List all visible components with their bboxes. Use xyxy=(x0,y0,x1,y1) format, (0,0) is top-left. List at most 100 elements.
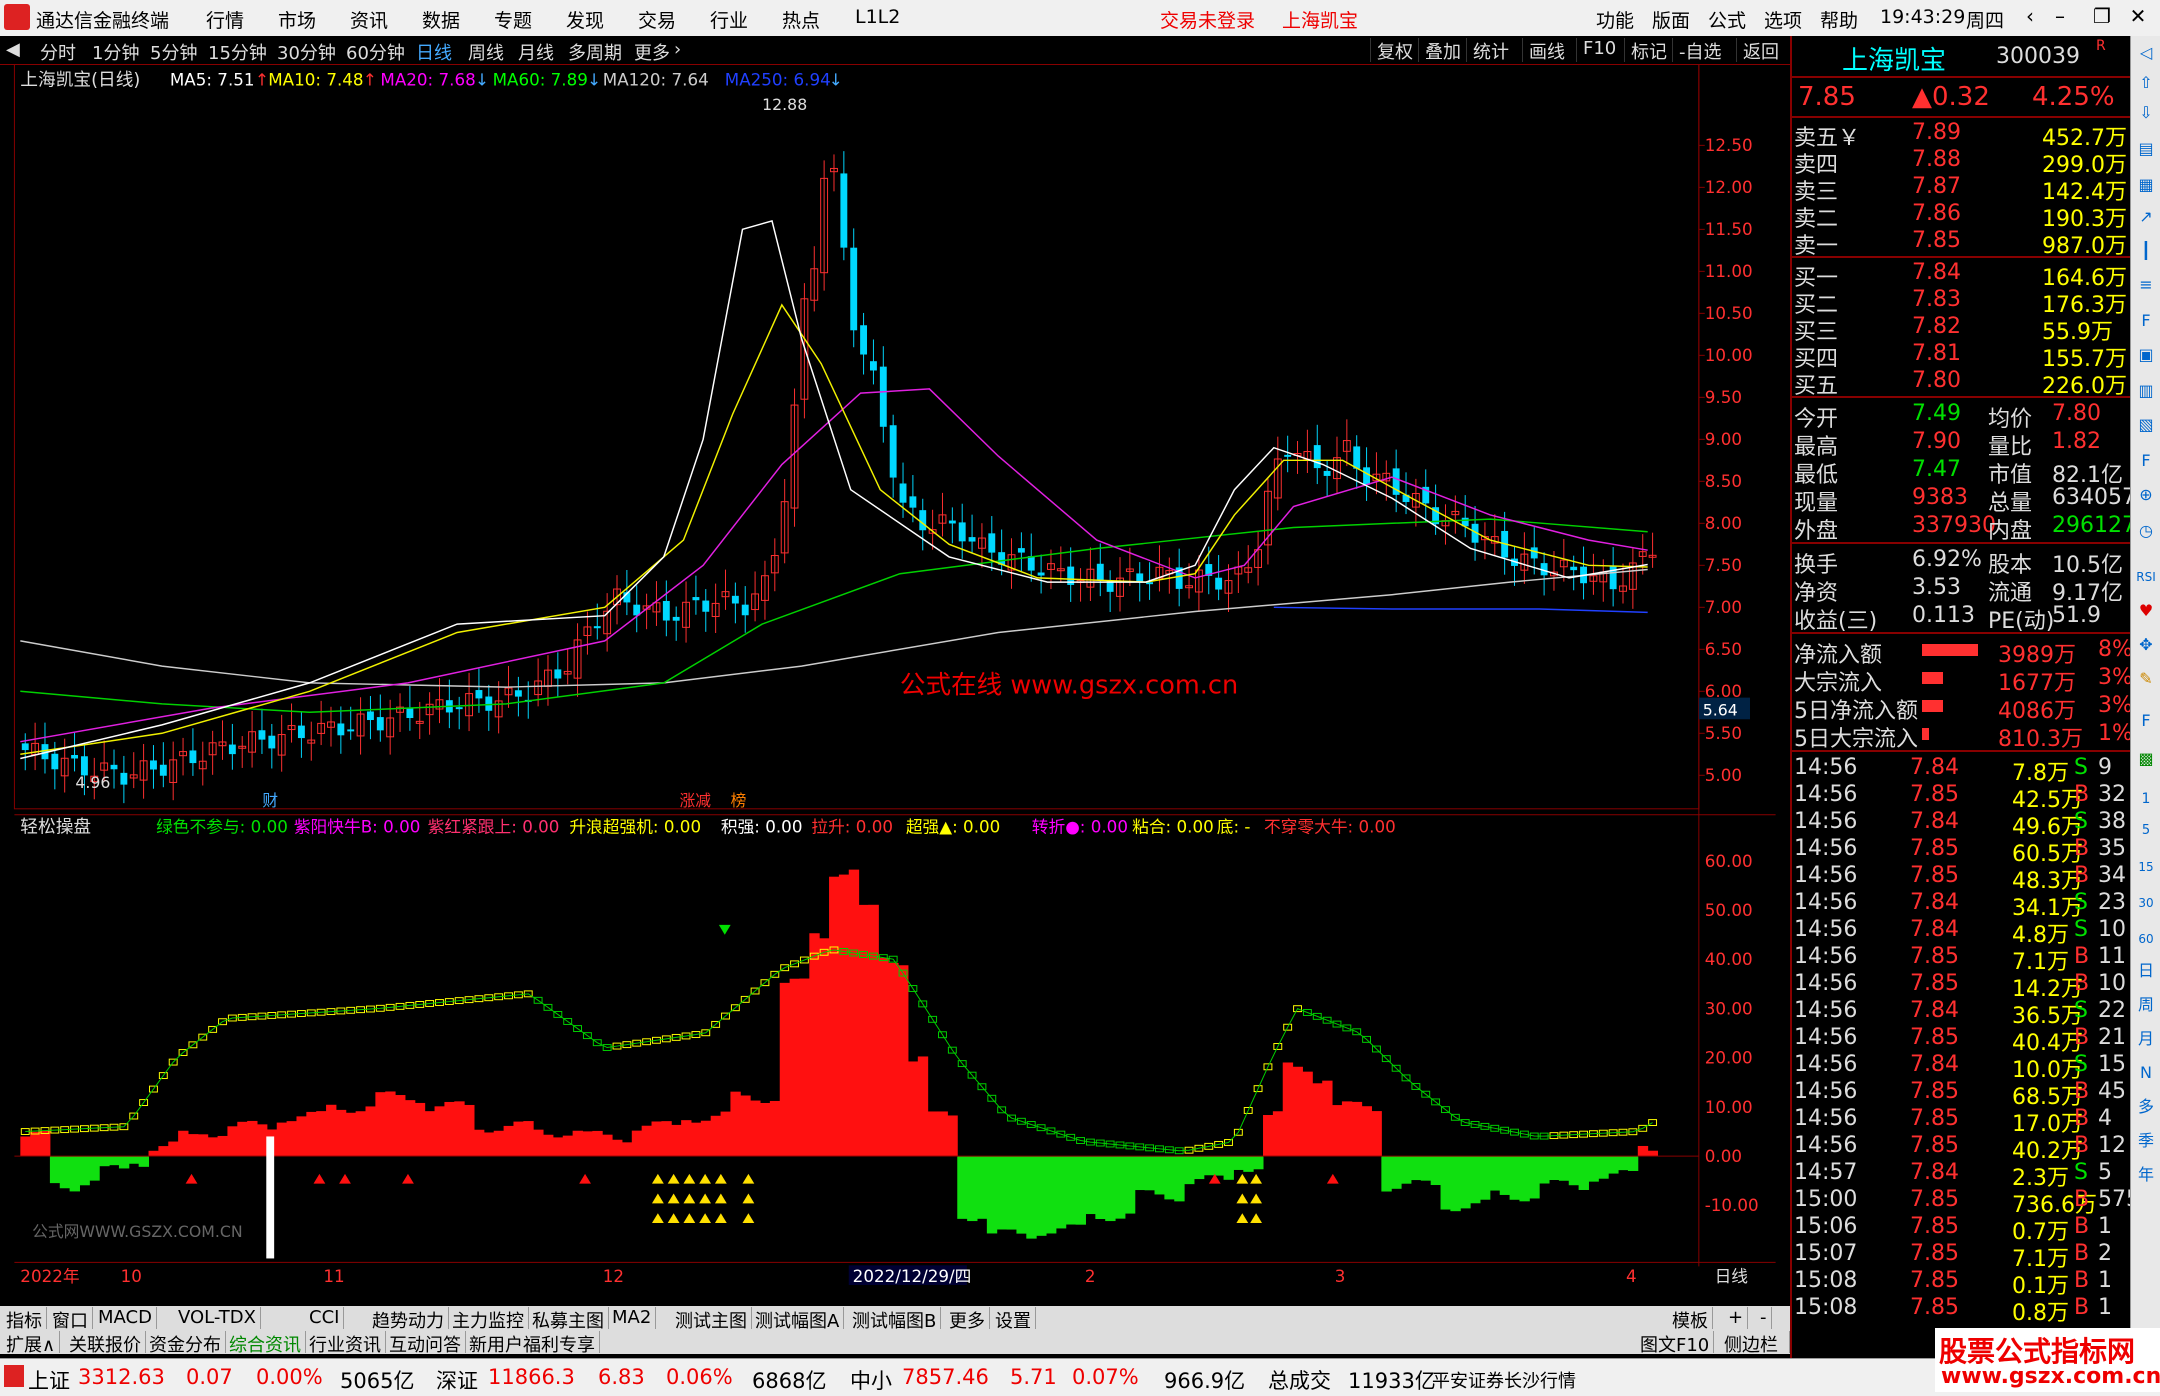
pen-icon[interactable]: ✎ xyxy=(2135,668,2157,690)
list-icon[interactable]: ≡ xyxy=(2135,274,2157,296)
period-tab[interactable]: 月线 xyxy=(518,39,554,65)
heart-icon[interactable]: ♥ xyxy=(2135,600,2157,622)
close-icon[interactable]: ✕ xyxy=(2124,4,2152,30)
menu-item[interactable]: 帮助 xyxy=(1820,6,1858,33)
menu-item[interactable]: 发现 xyxy=(566,6,604,33)
period-switch[interactable]: 季 xyxy=(2135,1130,2157,1152)
menu-item[interactable]: 交易 xyxy=(638,6,676,33)
indicator-tab[interactable]: CCI xyxy=(305,1307,345,1329)
info-tab[interactable]: 资金分布 xyxy=(145,1331,226,1356)
template-button[interactable]: - xyxy=(1756,1307,1772,1329)
period-switch[interactable]: 年 xyxy=(2135,1164,2157,1186)
menu-item[interactable]: 版面 xyxy=(1652,6,1690,33)
num-60[interactable]: 60 xyxy=(2135,928,2157,950)
num-1[interactable]: 1 xyxy=(2135,788,2157,810)
indicator-tab[interactable]: 测试幅图A xyxy=(751,1307,845,1332)
finance-marker[interactable]: 财 xyxy=(262,791,278,810)
indicator-tab[interactable]: 设置 xyxy=(991,1307,1036,1332)
info-tab[interactable]: 关联报价 xyxy=(65,1331,146,1356)
indicator-tab[interactable]: 主力监控 xyxy=(448,1307,529,1332)
f10-icon[interactable]: F xyxy=(2135,310,2157,332)
indicator-name[interactable]: 轻松操盘 xyxy=(20,816,91,837)
period-switch[interactable]: 日 xyxy=(2135,960,2157,982)
app-icon[interactable]: ▩ xyxy=(2135,748,2157,770)
menu-item[interactable]: L1L2 xyxy=(855,6,900,28)
tool-button[interactable]: 标记 xyxy=(1624,38,1673,63)
indicator-tab[interactable]: 指标 xyxy=(2,1307,47,1332)
tool-button[interactable]: 叠加 xyxy=(1418,38,1467,63)
num-15[interactable]: 15 xyxy=(2135,856,2157,878)
rise-marker[interactable]: 涨 xyxy=(680,791,696,810)
f2-icon[interactable]: F xyxy=(2135,450,2157,472)
list-marker[interactable]: 榜 xyxy=(731,791,747,810)
side-tab[interactable]: 图文F10 xyxy=(1636,1331,1715,1356)
menu-item[interactable]: 选项 xyxy=(1764,6,1802,33)
menu-item[interactable]: 热点 xyxy=(782,6,820,33)
menu-item[interactable]: 行业 xyxy=(710,6,748,33)
trend-icon[interactable]: ↗ xyxy=(2135,206,2157,228)
minimize-icon[interactable]: – xyxy=(2046,4,2074,30)
period-tab[interactable]: 15分钟 xyxy=(208,39,267,65)
sz-label[interactable]: 深证 xyxy=(436,1365,478,1395)
indicator-tab[interactable]: 趋势动力 xyxy=(368,1307,449,1332)
tool-button[interactable]: -自选 xyxy=(1672,38,1728,63)
rsi-icon[interactable]: RSI xyxy=(2135,566,2157,588)
template-button[interactable]: + xyxy=(1724,1307,1749,1329)
period-tab[interactable]: 30分钟 xyxy=(277,39,336,65)
fs-icon[interactable]: F xyxy=(2135,710,2157,732)
indicator-tab[interactable]: VOL-TDX xyxy=(174,1307,261,1329)
sh-label[interactable]: 上证 xyxy=(28,1365,70,1395)
tool-button[interactable]: 画线 xyxy=(1522,38,1571,63)
grid-icon[interactable]: ▣ xyxy=(2135,344,2157,366)
kline-chart[interactable]: 上海凯宝(日线) MA5: 7.51 ↑ MA10: 7.48 ↑ MA20: 7.68… xyxy=(0,64,1790,1286)
info-tab[interactable]: 互动问答 xyxy=(385,1331,466,1356)
down-icon[interactable]: ⇩ xyxy=(2135,102,2157,124)
collapse-icon[interactable]: ◀ xyxy=(6,39,20,60)
period-tab-active[interactable]: 日线 xyxy=(416,39,452,65)
tool-button[interactable]: F10 xyxy=(1576,38,1622,62)
up-icon[interactable]: ⇧ xyxy=(2135,72,2157,94)
menu-item[interactable]: 功能 xyxy=(1596,6,1634,33)
zx-label[interactable]: 中小 xyxy=(850,1365,892,1395)
period-switch[interactable]: 月 xyxy=(2135,1028,2157,1050)
num-30[interactable]: 30 xyxy=(2135,892,2157,914)
period-switch[interactable]: 多 xyxy=(2135,1096,2157,1118)
side-tab[interactable]: 侧边栏《 xyxy=(1720,1331,1790,1382)
period-switch[interactable]: N xyxy=(2135,1062,2157,1084)
restore-icon[interactable]: ❐ xyxy=(2088,4,2116,30)
indicator-tab[interactable]: 测试幅图B xyxy=(848,1307,942,1332)
indicator-tab[interactable]: 测试主图 xyxy=(671,1307,752,1332)
tool-button[interactable]: 复权 xyxy=(1370,38,1419,63)
menu-item[interactable]: 行情 xyxy=(206,6,244,33)
period-tab[interactable]: 分时 xyxy=(40,39,76,65)
link-icon[interactable]: ⊕ xyxy=(2135,484,2157,506)
doc-icon[interactable]: ▥ xyxy=(2135,380,2157,402)
tool-button[interactable]: 返回 xyxy=(1736,38,1785,63)
clock-icon[interactable]: ◷ xyxy=(2135,520,2157,542)
indicator-tab[interactable]: 窗口 xyxy=(48,1307,93,1332)
chart-icon[interactable]: ▧ xyxy=(2135,414,2157,436)
menu-item[interactable]: 市场 xyxy=(278,6,316,33)
reduce-marker[interactable]: 减 xyxy=(695,791,711,810)
period-tab[interactable]: 5分钟 xyxy=(150,39,197,65)
info-tab[interactable]: 综合资讯 xyxy=(225,1331,306,1356)
news-icon[interactable]: ▤ xyxy=(2135,138,2157,160)
template-button[interactable]: 模板 xyxy=(1668,1307,1713,1332)
menu-item[interactable]: 数据 xyxy=(422,6,460,33)
kline-icon[interactable]: ┃ xyxy=(2135,240,2157,262)
num-5[interactable]: 5 xyxy=(2135,820,2157,842)
table-icon[interactable]: ▦ xyxy=(2135,174,2157,196)
period-tab[interactable]: 更多 xyxy=(634,39,670,65)
indicator-tab[interactable]: 更多 xyxy=(945,1307,990,1332)
trade-status[interactable]: 交易未登录 xyxy=(1160,6,1255,33)
period-tab[interactable]: 60分钟 xyxy=(346,39,405,65)
info-tab[interactable]: 行业资讯 xyxy=(305,1331,386,1356)
period-switch[interactable]: 周 xyxy=(2135,994,2157,1016)
move-icon[interactable]: ✥ xyxy=(2135,634,2157,656)
chevron-right-icon[interactable]: › xyxy=(674,39,681,60)
indicator-tab[interactable]: MACD xyxy=(94,1307,157,1329)
tool-button[interactable]: 统计 xyxy=(1466,38,1515,63)
indicator-tab[interactable]: MA2 xyxy=(608,1307,657,1329)
period-tab[interactable]: 多周期 xyxy=(568,39,622,65)
back-icon[interactable]: ‹ xyxy=(2016,4,2044,30)
